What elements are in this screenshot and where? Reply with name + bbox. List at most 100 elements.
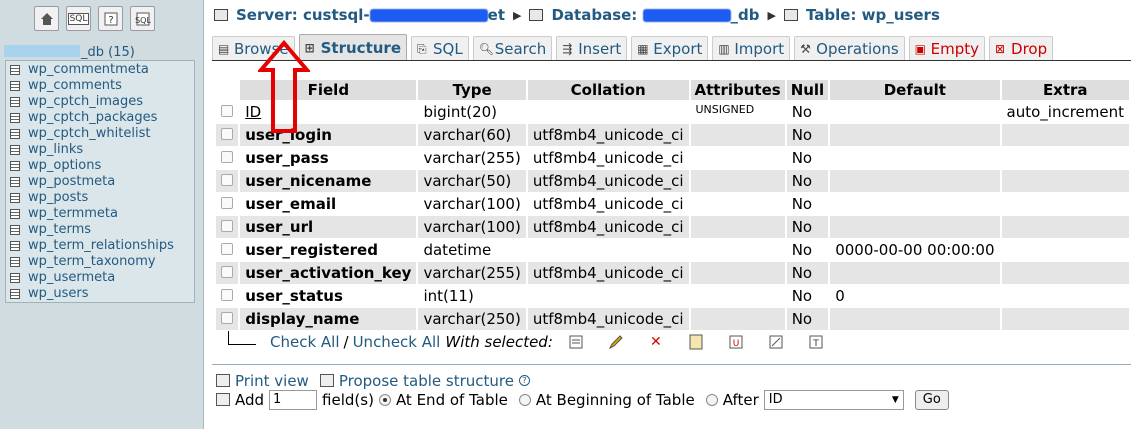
breadcrumb-server[interactable]: Server: custsql-et	[236, 6, 505, 24]
sidebar-table-link[interactable]: wp_term_taxonomy	[28, 254, 156, 270]
after-label[interactable]: After	[723, 391, 759, 409]
query-window-icon[interactable]: ?	[98, 6, 123, 31]
sidebar-table-item[interactable]: wp_cptch_whitelist	[10, 126, 198, 142]
sidebar-table-item[interactable]: wp_posts	[10, 190, 198, 206]
sidebar-table-link[interactable]: wp_terms	[28, 222, 91, 238]
table-icon[interactable]	[10, 273, 20, 283]
database-title[interactable]: _db (15)	[4, 45, 135, 60]
sql-query-icon[interactable]: SQL	[66, 6, 91, 31]
tab-structure[interactable]: ⊞ Structure	[298, 34, 407, 60]
end-of-table-radio[interactable]	[378, 393, 391, 406]
docs-icon[interactable]: SQL	[130, 6, 155, 31]
sidebar-table-link[interactable]: wp_commentmeta	[28, 62, 149, 78]
tab-drop[interactable]: ⊠ Drop	[989, 36, 1054, 60]
sidebar-table-item[interactable]: wp_term_relationships	[10, 238, 198, 254]
sidebar-table-item[interactable]: wp_users	[10, 286, 198, 302]
tab-operations[interactable]: ⚒ Operations	[794, 36, 905, 60]
sidebar-table-item[interactable]: wp_cptch_packages	[10, 110, 198, 126]
row-checkbox-cell	[216, 308, 239, 330]
sidebar-table-link[interactable]: wp_links	[28, 142, 83, 158]
breadcrumb-database[interactable]: Database: _db	[551, 6, 759, 24]
breadcrumb-table[interactable]: Table: wp_users	[806, 6, 940, 24]
table-icon[interactable]	[10, 209, 20, 219]
table-icon[interactable]	[10, 145, 20, 155]
sidebar-table-item[interactable]: wp_comments	[10, 78, 198, 94]
row-checkbox[interactable]	[221, 197, 234, 209]
header-collation[interactable]: Collation	[527, 80, 689, 100]
row-checkbox[interactable]	[221, 266, 234, 278]
sidebar-table-item[interactable]: wp_termmeta	[10, 206, 198, 222]
header-null[interactable]: Null	[786, 80, 829, 100]
tab-import[interactable]: ▥ Import	[712, 36, 791, 60]
row-checkbox[interactable]	[221, 151, 234, 163]
table-icon[interactable]	[10, 289, 20, 299]
sidebar-table-item[interactable]: wp_links	[10, 142, 198, 158]
after-column-select[interactable]: ID ▼	[763, 389, 904, 410]
table-icon[interactable]	[10, 113, 20, 123]
sidebar-table-link[interactable]: wp_cptch_whitelist	[28, 126, 150, 142]
header-type[interactable]: Type	[418, 80, 526, 100]
tab-insert[interactable]: ⇶ Insert	[556, 36, 628, 60]
sidebar-table-link[interactable]: wp_postmeta	[28, 174, 115, 190]
beginning-of-table-label[interactable]: At Beginning of Table	[536, 391, 695, 409]
field-count-input[interactable]	[269, 389, 318, 410]
row-checkbox[interactable]	[221, 105, 234, 117]
print-view-link[interactable]: Print view	[235, 372, 309, 390]
sidebar-table-link[interactable]: wp_usermeta	[28, 270, 115, 286]
sidebar-table-link[interactable]: wp_posts	[28, 190, 88, 206]
row-checkbox[interactable]	[221, 128, 234, 140]
table-icon[interactable]	[10, 161, 20, 171]
home-icon[interactable]	[34, 6, 59, 31]
primary-key-icon[interactable]	[687, 334, 705, 350]
sidebar-table-link[interactable]: wp_termmeta	[28, 206, 118, 222]
row-checkbox[interactable]	[221, 243, 234, 255]
table-icon[interactable]	[10, 241, 20, 251]
sidebar-table-link[interactable]: wp_comments	[28, 78, 122, 94]
tab-export[interactable]: ▦ Export	[631, 36, 709, 60]
table-icon[interactable]	[10, 193, 20, 203]
table-icon[interactable]	[10, 97, 20, 107]
table-icon[interactable]	[10, 177, 20, 187]
header-extra[interactable]: Extra	[1001, 80, 1129, 100]
edit-selected-icon[interactable]	[607, 334, 625, 350]
end-of-table-label[interactable]: At End of Table	[396, 391, 508, 409]
go-button[interactable]: Go	[914, 389, 949, 410]
row-checkbox[interactable]	[221, 312, 234, 324]
tab-empty[interactable]: ▣ Empty	[908, 36, 986, 60]
beginning-of-table-radio[interactable]	[518, 393, 531, 406]
check-all-link[interactable]: Check All	[270, 333, 340, 351]
propose-structure-link[interactable]: Propose table structure	[339, 372, 514, 390]
header-default[interactable]: Default	[830, 80, 1000, 100]
unique-icon[interactable]: U	[727, 334, 745, 350]
index-icon[interactable]	[767, 334, 785, 350]
sidebar-table-item[interactable]: wp_terms	[10, 222, 198, 238]
table-icon[interactable]	[10, 257, 20, 267]
table-icon[interactable]	[10, 65, 20, 75]
row-checkbox[interactable]	[221, 289, 234, 301]
row-checkbox[interactable]	[221, 174, 234, 186]
sidebar-table-link[interactable]: wp_term_relationships	[28, 238, 174, 254]
sidebar-table-item[interactable]: wp_usermeta	[10, 270, 198, 286]
drop-selected-icon[interactable]: ✕	[647, 334, 665, 350]
sidebar-table-link[interactable]: wp_users	[28, 286, 89, 302]
sidebar-table-item[interactable]: wp_options	[10, 158, 198, 174]
sidebar-table-item[interactable]: wp_cptch_images	[10, 94, 198, 110]
uncheck-all-link[interactable]: Uncheck All	[353, 333, 441, 351]
row-checkbox[interactable]	[221, 220, 234, 232]
sidebar-table-item[interactable]: wp_postmeta	[10, 174, 198, 190]
fulltext-icon[interactable]: T	[807, 334, 825, 350]
table-icon[interactable]	[10, 225, 20, 235]
tab-sql[interactable]: ⎘ SQL	[411, 36, 469, 60]
table-icon[interactable]	[10, 81, 20, 91]
browse-selected-icon[interactable]	[567, 334, 585, 350]
after-radio[interactable]	[705, 393, 718, 406]
help-icon[interactable]: ?	[518, 375, 530, 386]
sidebar-table-link[interactable]: wp_cptch_packages	[28, 110, 157, 126]
sidebar-table-item[interactable]: wp_commentmeta	[10, 62, 198, 78]
header-attributes[interactable]: Attributes	[690, 80, 785, 100]
sidebar-table-item[interactable]: wp_term_taxonomy	[10, 254, 198, 270]
table-icon[interactable]	[10, 129, 20, 139]
sidebar-table-link[interactable]: wp_options	[28, 158, 101, 174]
sidebar-table-link[interactable]: wp_cptch_images	[28, 94, 143, 110]
tab-search[interactable]: 🔍︎ Search	[472, 36, 553, 60]
